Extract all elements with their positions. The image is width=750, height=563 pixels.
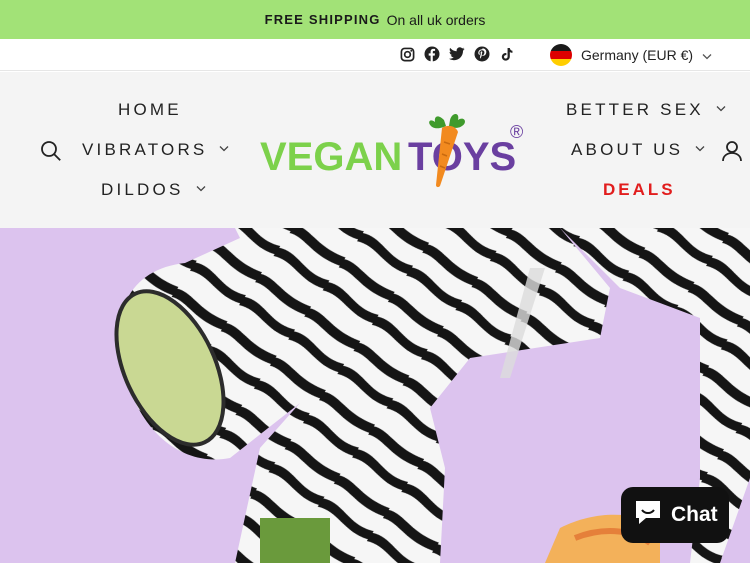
search-icon[interactable] [40, 140, 62, 167]
chevron-down-icon [219, 145, 229, 155]
carrot-icon [429, 114, 465, 188]
site-logo[interactable]: VEGAN TOYS ® [258, 108, 530, 188]
nav-deals[interactable]: DEALS [603, 180, 676, 200]
chat-bubble-icon [633, 498, 663, 532]
chevron-down-icon [695, 145, 705, 155]
announcement-bold: FREE SHIPPING [264, 12, 381, 27]
chevron-down-icon [702, 47, 712, 63]
nav-vibrators[interactable]: VIBRATORS [82, 140, 229, 160]
nav-better-sex[interactable]: BETTER SEX [566, 100, 726, 120]
chat-label: Chat [671, 503, 718, 526]
instagram-icon[interactable] [398, 45, 416, 63]
nav-dildos-label: DILDOS [101, 180, 184, 199]
nav-better-sex-label: BETTER SEX [566, 100, 704, 119]
currency-selector[interactable]: Germany (EUR €) [550, 44, 712, 66]
nav-about-us[interactable]: ABOUT US [571, 140, 705, 160]
chevron-down-icon [196, 185, 206, 195]
nav-deals-label: DEALS [603, 180, 676, 199]
announcement-text: On all uk orders [386, 11, 486, 28]
announcement-bar: FREE SHIPPING On all uk orders [0, 0, 750, 39]
account-icon[interactable] [721, 140, 743, 167]
currency-label: Germany (EUR €) [581, 47, 694, 63]
twitter-icon[interactable] [448, 45, 466, 63]
nav-vibrators-label: VIBRATORS [82, 140, 208, 159]
pinterest-icon[interactable] [473, 45, 491, 63]
logo-registered: ® [510, 122, 523, 142]
nav-about-us-label: ABOUT US [571, 140, 684, 159]
nav-home[interactable]: HOME [118, 100, 182, 120]
germany-flag-icon [550, 44, 572, 66]
nav-home-label: HOME [118, 100, 182, 119]
facebook-icon[interactable] [423, 45, 441, 63]
logo-part1: VEGAN [260, 135, 402, 179]
chat-button[interactable]: Chat [621, 487, 729, 543]
utility-bar: Germany (EUR €) [0, 39, 750, 71]
tiktok-icon[interactable] [498, 45, 516, 63]
social-links [398, 45, 516, 63]
chevron-down-icon [716, 105, 726, 115]
nav-dildos[interactable]: DILDOS [101, 180, 206, 200]
